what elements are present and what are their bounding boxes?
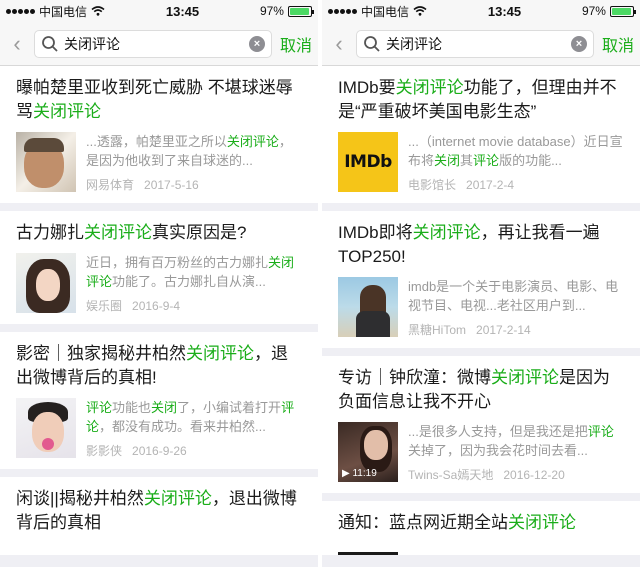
- signal-icon: [6, 8, 35, 14]
- result-card[interactable]: IMDb要关闭评论功能了，但理由并不是“严重破坏美国电影生态” IMDb ...…: [322, 66, 640, 203]
- result-source: 娱乐圈 2016-9-4: [86, 299, 181, 313]
- result-title[interactable]: IMDb即将关闭评论，再让我看一遍TOP250!: [338, 221, 624, 269]
- result-thumbnail: [338, 277, 398, 337]
- result-thumbnail: [16, 253, 76, 313]
- result-title[interactable]: 专访｜钟欣潼：微博关闭评论是因为负面信息让我不开心: [338, 366, 624, 414]
- result-card[interactable]: 曝帕楚里亚收到死亡威胁 不堪球迷辱骂关闭评论 ...透露，帕楚里亚之所以关闭评论…: [0, 66, 318, 203]
- search-bar: ‹ 关闭评论 × 取消: [322, 22, 640, 66]
- wifi-icon: [91, 6, 105, 16]
- result-title[interactable]: 影密｜独家揭秘井柏然关闭评论，退出微博背后的真相!: [16, 342, 302, 390]
- result-snippet: 评论功能也关闭了，小编试着打开评论，都没有成功。看来井柏然...: [86, 400, 295, 434]
- video-thumbnail[interactable]: ▶ 11:19: [338, 422, 398, 482]
- search-input[interactable]: 关闭评论 ×: [34, 29, 272, 58]
- result-thumbnail: [16, 398, 76, 458]
- result-card[interactable]: 专访｜钟欣潼：微博关闭评论是因为负面信息让我不开心 ▶ 11:19 ...是很多…: [322, 356, 640, 493]
- status-time: 13:45: [165, 3, 200, 19]
- result-card[interactable]: 闲谈||揭秘井柏然关闭评论，退出微博背后的真相: [0, 477, 318, 555]
- result-snippet: imdb是一个关于电影演员、电影、电视节目、电视...老社区用户到...: [408, 279, 619, 313]
- result-snippet: 近日，拥有百万粉丝的古力娜扎关闭评论功能了。古力娜扎自从演...: [86, 255, 295, 289]
- right-screenshot: 中国电信 13:45 97% ‹ 关闭评论 × 取消 IMDb要关闭评论功能了，…: [322, 0, 640, 567]
- back-chevron-icon[interactable]: ‹: [328, 32, 350, 55]
- back-chevron-icon[interactable]: ‹: [6, 32, 28, 55]
- result-source: 网易体育 2017-5-16: [86, 178, 199, 192]
- result-card[interactable]: IMDb即将关闭评论，再让我看一遍TOP250! imdb是一个关于电影演员、电…: [322, 211, 640, 348]
- result-card[interactable]: 通知：蓝点网近期全站关闭评论: [322, 501, 640, 555]
- result-thumbnail: [16, 132, 76, 192]
- signal-icon: [328, 8, 357, 14]
- search-query: 关闭评论: [64, 35, 120, 52]
- carrier-label: 中国电信: [361, 4, 410, 19]
- result-snippet: ...（internet movie database）近日宣布将关闭其评论版的…: [408, 134, 623, 168]
- result-title[interactable]: 古力娜扎关闭评论真实原因是?: [16, 221, 302, 245]
- video-duration: 11:19: [352, 468, 377, 479]
- battery-icon: [609, 5, 636, 17]
- search-query: 关闭评论: [386, 35, 442, 52]
- status-bar: 中国电信 13:45 97%: [322, 0, 640, 22]
- imdb-logo-thumbnail: IMDb: [338, 132, 398, 192]
- status-right: 97%: [259, 4, 314, 18]
- status-right: 97%: [581, 4, 636, 18]
- cancel-button[interactable]: 取消: [280, 32, 312, 56]
- play-icon: ▶ 11:19: [342, 468, 377, 479]
- result-title[interactable]: 通知：蓝点网近期全站关闭评论: [338, 511, 624, 535]
- left-screenshot: 中国电信 13:45 97% ‹ 关闭评论 × 取消 曝帕楚里亚收到死亡威胁 不…: [0, 0, 318, 567]
- result-title[interactable]: 曝帕楚里亚收到死亡威胁 不堪球迷辱骂关闭评论: [16, 76, 302, 124]
- status-left: 中国电信: [6, 3, 105, 20]
- battery-icon: [287, 5, 314, 17]
- search-bar: ‹ 关闭评论 × 取消: [0, 22, 318, 66]
- tab-indicator: [338, 552, 398, 555]
- status-bar: 中国电信 13:45 97%: [0, 0, 318, 22]
- result-snippet: ...透露，帕楚里亚之所以关闭评论，是因为他收到了来自球迷的...: [86, 134, 292, 168]
- result-source: Twins-Sa嫣天地 2016-12-20: [408, 468, 565, 482]
- result-source: 电影馆长 2017-2-4: [408, 178, 515, 192]
- result-card[interactable]: 影密｜独家揭秘井柏然关闭评论，退出微博背后的真相! 评论功能也关闭了，小编试着打…: [0, 332, 318, 469]
- clear-icon[interactable]: ×: [570, 35, 587, 52]
- battery-percent: 97%: [259, 4, 284, 18]
- result-source: 影影侠 2016-9-26: [86, 444, 187, 458]
- wifi-icon: [413, 6, 427, 16]
- clear-icon[interactable]: ×: [248, 35, 265, 52]
- search-icon: [364, 35, 380, 52]
- result-title[interactable]: 闲谈||揭秘井柏然关闭评论，退出微博背后的真相: [16, 487, 302, 535]
- cancel-button[interactable]: 取消: [602, 32, 634, 56]
- result-card[interactable]: 古力娜扎关闭评论真实原因是? 近日，拥有百万粉丝的古力娜扎关闭评论功能了。古力娜…: [0, 211, 318, 324]
- status-time: 13:45: [487, 3, 522, 19]
- result-snippet: ...是很多人支持，但是我还是把评论关掉了，因为我会花时间去看...: [408, 424, 614, 458]
- result-source: 黑糖HiTom 2017-2-14: [408, 323, 531, 337]
- result-title[interactable]: IMDb要关闭评论功能了，但理由并不是“严重破坏美国电影生态”: [338, 76, 624, 124]
- search-input[interactable]: 关闭评论 ×: [356, 29, 594, 58]
- carrier-label: 中国电信: [39, 4, 88, 19]
- search-icon: [42, 35, 58, 52]
- battery-percent: 97%: [581, 4, 606, 18]
- status-left: 中国电信: [328, 3, 427, 20]
